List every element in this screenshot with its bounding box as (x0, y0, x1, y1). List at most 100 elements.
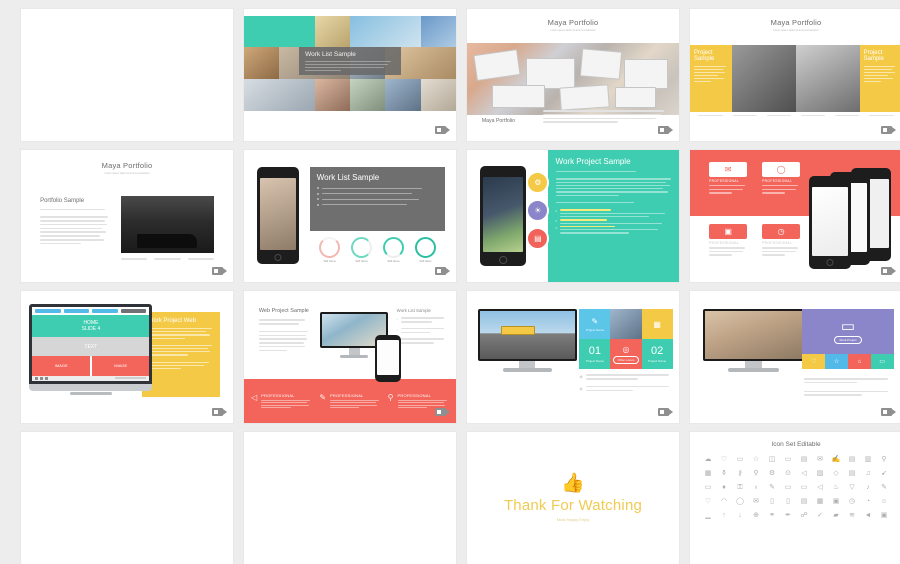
home-icon: ⌂ (847, 354, 871, 370)
site-footer (32, 375, 150, 381)
icon-cell: ▭ (784, 484, 792, 491)
slide-3-thumbnail: Maya Portfolio Lorem ipsum dolor sit ame… (467, 9, 679, 141)
tile-5-label: Other Lorem (612, 355, 640, 364)
slide-card-12[interactable]: ▭ Work Project ♡ ☆ ⌂ ▭ (690, 291, 900, 423)
slide-4-right-label: Project Sample (863, 49, 884, 63)
ring-label-2: Skill Name (355, 260, 368, 264)
gear-icon: ⚙ (526, 171, 550, 195)
slide-15-title: Thank For Watching (503, 497, 643, 514)
slide-card-5[interactable]: Maya Portfolio Lorem ipsum dolor sit ame… (21, 150, 233, 282)
quad-icons: ♡ ☆ ⌂ ▭ (802, 354, 894, 370)
slide-card-4[interactable]: Maya Portfolio Lorem ipsum dolor sit ame… (690, 9, 900, 141)
paperclip-icon: ✎ (319, 392, 327, 402)
slide-card-3[interactable]: Maya Portfolio Lorem ipsum dolor sit ame… (467, 9, 679, 141)
paperclip-icon: ✎ (591, 316, 599, 326)
icon-cell: ✉ (753, 498, 759, 505)
purple-panel: ▭ Work Project (802, 309, 894, 355)
thumbs-up-icon: 👍 (561, 473, 585, 494)
slide-4-left-label: Project Sample (694, 49, 715, 63)
slide-16-title: Icon Set Editable (771, 441, 821, 448)
slide-7-thumbnail: Work Project Sample • • • ⚙ ☀ ▤ (467, 150, 679, 282)
icon-cell: ▽ (849, 484, 855, 491)
slide-9-badge-icon (212, 408, 227, 416)
ship-photo (120, 196, 214, 253)
slide-5-badge-icon (212, 267, 227, 275)
slide-12-badge-icon (881, 408, 896, 416)
chat-icon: ▭ (870, 354, 894, 370)
icon-cell: ▯ (770, 498, 774, 505)
slide-card-14[interactable]: ☖ Contact Us ⌖ ✉ f ☏ ⌖ (244, 432, 456, 564)
icon-cell: ♫ (865, 470, 871, 477)
slide-15-thumbnail: 👍 Thank For Watching Most Happy Enjoy (467, 432, 679, 564)
icon-cell: ⚙ (768, 470, 776, 477)
mail-icon: ✉ (709, 161, 748, 177)
laptop-base (29, 384, 153, 391)
slide-card-11[interactable]: ✎ Project Name ▦ 01 Project Name ◎ Other… (467, 291, 679, 423)
slide-10-thumbnail: Web Project Sample Work List Sample • • … (244, 291, 456, 423)
slide-card-16[interactable]: Icon Set Editable ☁ ♡ ▭ ☆ ◫ ▭ ▤ ✉ ✍ ▤ ▥ … (690, 432, 900, 564)
instagram-icon (40, 376, 44, 380)
icon-cell: ♡ (720, 456, 728, 463)
slide-9-title: Work Project Web (147, 318, 196, 325)
icon-cell: ☍ (800, 512, 808, 519)
icon-cell: ✒ (785, 512, 791, 519)
feature-2-label: PROFESSIONAL (762, 178, 793, 183)
phone-home-button (274, 254, 282, 262)
icon-cell: ▥ (864, 456, 872, 463)
icon-cell: ♁ (753, 484, 759, 491)
slide-card-2[interactable]: Work List Sample (244, 9, 456, 141)
slide-4-thumbnail: Maya Portfolio Lorem ipsum dolor sit ame… (690, 9, 900, 141)
slide-15-subtitle: Most Happy Enjoy (556, 517, 590, 522)
slide-12-panel-label: Work Project (834, 336, 862, 345)
icon-cell: ◄ (864, 512, 872, 519)
slide-card-9[interactable]: Work Project Web HOME SLIDE 4 TEXT IMAGE… (21, 291, 233, 423)
slide-card-7[interactable]: Work Project Sample • • • ⚙ ☀ ▤ (467, 150, 679, 282)
footer-feature-3-label: PROFESSIONAL (397, 392, 432, 398)
slide-6-title: Work List Sample (316, 173, 380, 183)
slide-5-subtitle: Lorem ipsum dolor sit amet consectetur (104, 172, 150, 175)
slide-card-6[interactable]: Work List Sample Skill Name Skill Name S… (244, 150, 456, 282)
twitter-icon (45, 376, 49, 380)
text-section: TEXT (32, 337, 150, 356)
icon-cell: ▁ (705, 512, 711, 519)
icon-cell: ⚿ (737, 484, 743, 491)
tile-6: 02 Project Name (641, 339, 673, 369)
ring-chart-3 (383, 237, 405, 259)
slide-3-body-lines (543, 110, 665, 125)
grey-content-panel: Work List Sample (309, 167, 446, 231)
imac-mockup-3 (702, 309, 805, 373)
building-photo (732, 44, 796, 112)
lightbulb-icon: ☀ (526, 199, 550, 223)
feature-1-label: PROFESSIONAL (709, 178, 740, 183)
slide-card-15[interactable]: 👍 Thank For Watching Most Happy Enjoy (467, 432, 679, 564)
slide-3-badge-icon (658, 126, 673, 134)
right-project-col: Project Sample (860, 45, 900, 112)
ring-chart-2 (351, 237, 373, 259)
site-nav (32, 307, 149, 315)
icon-cell: ➹ (881, 470, 887, 477)
search-icon: ⚲ (387, 392, 394, 402)
imac-base-2 (502, 368, 553, 373)
phone-home-button-2 (499, 256, 507, 264)
icon-cell: ✎ (769, 484, 775, 491)
footer-feature-2: ✎ PROFESSIONAL (319, 393, 380, 410)
slide-4-title: Maya Portfolio (770, 18, 822, 27)
slide-card-1[interactable]: Sales Report Sample Maya Portfolio & Wor… (21, 9, 233, 141)
slide-card-8[interactable]: ✉ PROFESSIONAL ◯ PROFESSIONAL ▣ PROFESSI… (690, 150, 900, 282)
info-tiles: ✎ Project Name ▦ 01 Project Name ◎ Other… (579, 309, 673, 369)
icon-cell: ◁ (801, 470, 807, 477)
store-icon: ▤ (526, 227, 550, 251)
slide-card-10[interactable]: Web Project Sample Work List Sample • • … (244, 291, 456, 423)
phone-mockup-2 (479, 165, 527, 267)
phone-screen-white (377, 339, 400, 376)
icon-cell: ✍ (831, 456, 841, 463)
hero-line-2: SLIDE 4 (81, 326, 101, 333)
feature-4-label: PROFESSIONAL (762, 240, 793, 245)
tile-2-photo (610, 309, 642, 340)
collage-caption-box: Work List Sample (299, 46, 401, 76)
facebook-icon (35, 376, 39, 380)
slide-card-13[interactable]: ☖ Contact Us ⌖ ✉ f ☏ ⌖ (21, 432, 233, 564)
tile-4-number: 01 (588, 344, 602, 357)
monitor-icon: ▭ (840, 318, 856, 336)
ring-chart-1 (319, 237, 341, 259)
